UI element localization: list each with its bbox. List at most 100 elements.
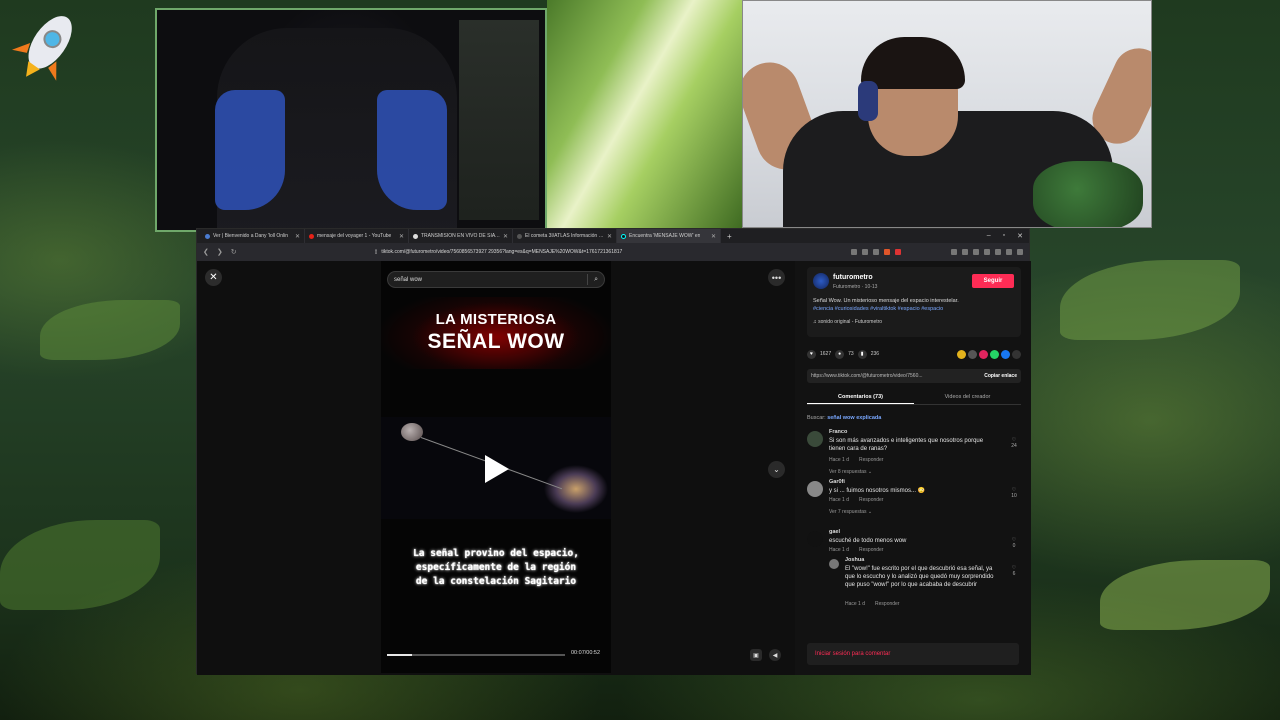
avatar[interactable]	[807, 431, 823, 447]
browser-tab-active[interactable]: Encuentra 'MENSAJE WOW' en ✕	[617, 229, 721, 243]
browser-tab[interactable]: TRANSMISION EN VIVO DE SIATLAS ✕	[409, 229, 513, 243]
divider	[587, 274, 589, 285]
sound-link[interactable]: ♫ sonido original - Futurometro	[813, 319, 882, 325]
comment-text: y si ... fuimos nosotros mismos... 😳	[829, 488, 926, 494]
hashtags[interactable]: #ciencia #curiosidades #viraltiktok #esp…	[813, 306, 943, 312]
tab-creator-videos[interactable]: Videos del creador	[914, 391, 1021, 404]
close-icon[interactable]: ✕	[399, 233, 404, 240]
close-icon[interactable]: ✕	[295, 233, 300, 240]
extension-icon[interactable]	[895, 249, 901, 255]
avatar[interactable]	[813, 273, 829, 289]
copy-link-button[interactable]: Copiar enlace	[984, 373, 1017, 379]
search-icon[interactable]: ⌕	[594, 276, 598, 284]
reply-link[interactable]: Responder	[859, 457, 883, 463]
close-icon[interactable]: ✕	[607, 233, 612, 240]
facebook-icon[interactable]	[1001, 349, 1010, 359]
minimize-button[interactable]: –	[987, 232, 991, 240]
url-input[interactable]: ▯ tiktok.com/@futurometro/video/75608565…	[375, 246, 843, 258]
webcam-streamer	[742, 0, 1152, 228]
coin-icon[interactable]	[957, 349, 966, 359]
extension-icon[interactable]	[973, 249, 979, 255]
follow-button[interactable]: Seguir	[972, 274, 1014, 288]
share-icon[interactable]	[1012, 349, 1021, 359]
extension-icon[interactable]	[873, 249, 879, 255]
extension-icon[interactable]	[884, 249, 890, 255]
avatar[interactable]	[829, 559, 839, 569]
extension-icon[interactable]	[962, 249, 968, 255]
comment-age: Hace 1 d	[829, 457, 850, 463]
pip-icon[interactable]: ▣	[750, 649, 762, 661]
avatar[interactable]	[807, 481, 823, 497]
view-replies[interactable]: Ver 8 respuestas ⌄	[829, 469, 872, 475]
maximize-button[interactable]: ▫	[1003, 232, 1005, 240]
embed-icon[interactable]	[968, 349, 977, 359]
video-player[interactable]: LA MISTERIOSA SEÑAL WOW La señal provino…	[381, 261, 611, 673]
forward-icon[interactable]: ❯	[217, 248, 223, 256]
bookmark-icon[interactable]: ▮	[857, 349, 867, 359]
browser-tab[interactable]: Ver | Bienvenido a Dany 'loll Onlin ✕	[201, 229, 305, 243]
back-icon[interactable]: ❮	[203, 248, 209, 256]
comment-like[interactable]: ♡ 24	[1009, 437, 1019, 449]
extension-icon[interactable]	[951, 249, 957, 255]
close-icon[interactable]: ✕	[711, 233, 716, 240]
extension-icon[interactable]	[995, 249, 1001, 255]
browser-tab[interactable]: El cometa 3I/ATLAS Información Co ✕	[513, 229, 617, 243]
comments-list: Franco Si son más avanzados e inteligent…	[807, 429, 1021, 629]
reply-link[interactable]: Responder	[875, 601, 899, 607]
more-options-button[interactable]: •••	[768, 269, 785, 286]
comment-like-count: 0	[1012, 543, 1016, 549]
comment-user[interactable]: Joshua	[845, 557, 864, 563]
close-video-button[interactable]: ✕	[205, 269, 222, 286]
browser-window: Ver | Bienvenido a Dany 'loll Onlin ✕ men…	[196, 228, 1031, 675]
video-progress-bar[interactable]	[387, 654, 565, 656]
caption-line: específicamente de la región	[415, 562, 577, 573]
author-subtitle: Futurometro · 10-13	[833, 284, 878, 290]
extension-icon[interactable]	[1006, 249, 1012, 255]
window-close-button[interactable]: ✕	[1017, 232, 1023, 240]
comment-like-count: 24	[1011, 443, 1017, 449]
bookmark-icon[interactable]: ▯	[375, 249, 378, 255]
author-name[interactable]: futurometro	[833, 274, 873, 281]
comment-user[interactable]: gael	[829, 529, 840, 535]
reply-link[interactable]: Responder	[859, 497, 883, 503]
extension-icon[interactable]	[851, 249, 857, 255]
share-link[interactable]: https://www.tiktok.com/@futurometro/vide…	[811, 373, 961, 379]
send-icon[interactable]	[979, 349, 988, 359]
tab-label: TRANSMISION EN VIVO DE SIATLAS	[421, 233, 500, 239]
search-input[interactable]: señal wow ⌕	[387, 271, 605, 288]
comment-count: 73	[848, 351, 854, 357]
streamer-image	[861, 37, 965, 89]
comment-age: Hace 1 d	[845, 601, 866, 607]
comment-text: El "wow!" fue escrito por el que descubr…	[845, 566, 994, 588]
related-search[interactable]: Buscar: señal wow explicada	[807, 415, 881, 421]
reply-link[interactable]: Responder	[859, 547, 883, 553]
avatar[interactable]	[807, 531, 823, 547]
extension-icon[interactable]	[862, 249, 868, 255]
heart-icon[interactable]: ♥	[807, 349, 816, 359]
comment-icon[interactable]: ●	[835, 349, 845, 359]
menu-icon[interactable]	[1017, 249, 1023, 255]
play-icon[interactable]	[485, 455, 509, 483]
new-tab-button[interactable]: +	[721, 232, 738, 241]
comment-like[interactable]: ♡ 0	[1009, 537, 1019, 549]
close-icon[interactable]: ✕	[503, 233, 508, 240]
tab-comments[interactable]: Comentarios (73)	[807, 391, 914, 404]
browser-tab[interactable]: mensaje del voyager 1 - YouTube ✕	[305, 229, 409, 243]
share-link-row: https://www.tiktok.com/@futurometro/vide…	[807, 369, 1021, 383]
related-query: señal wow explicada	[827, 415, 882, 421]
tab-label: mensaje del voyager 1 - YouTube	[317, 233, 392, 239]
comment-like[interactable]: ♡ 6	[1009, 565, 1019, 577]
comment-like[interactable]: ♡ 10	[1009, 487, 1019, 499]
forest-overlay	[547, 0, 742, 228]
comment-user[interactable]: Franco	[829, 429, 847, 435]
login-to-comment[interactable]: Iniciar sesión para comentar	[807, 643, 1019, 665]
view-replies[interactable]: Ver 7 respuestas ⌄	[829, 509, 872, 515]
comment-user[interactable]: Gar0fi	[829, 479, 845, 485]
whatsapp-icon[interactable]	[990, 349, 999, 359]
volume-icon[interactable]: ◀	[769, 649, 781, 661]
video-description: Señal Wow. Un misterioso mensaje del esp…	[813, 297, 1013, 313]
reload-icon[interactable]: ↻	[231, 248, 237, 256]
comment-meta: Hace 1 d Responder	[829, 547, 893, 553]
next-video-button[interactable]: ⌄	[768, 461, 785, 478]
extension-icon[interactable]	[984, 249, 990, 255]
